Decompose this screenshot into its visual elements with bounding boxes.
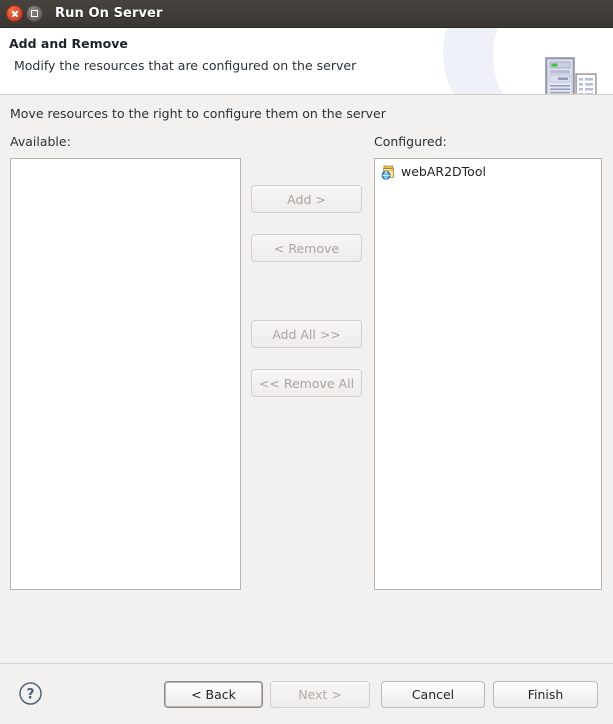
add-button[interactable]: Add > [251,185,362,213]
instruction-text: Move resources to the right to configure… [10,106,386,121]
back-button[interactable]: < Back [164,681,263,708]
help-question-icon[interactable]: ? [18,681,43,706]
web-module-project-icon [381,165,394,180]
list-item-label: webAR2DTool [401,164,486,179]
add-all-button[interactable]: Add All >> [251,320,362,348]
configured-resources-list[interactable]: webAR2DTool [374,158,602,590]
server-and-document-icon [545,57,597,94]
close-icon[interactable] [6,5,23,22]
wizard-page-description: Modify the resources that are configured… [14,58,357,73]
wizard-page-title: Add and Remove [9,36,128,51]
maximize-square-glyph [31,10,38,17]
next-button[interactable]: Next > [270,681,370,708]
list-item[interactable]: webAR2DTool [375,161,601,182]
window-titlebar: Run On Server [0,0,613,28]
footer-separator [0,663,613,664]
wizard-header: Add and Remove Modify the resources that… [0,28,613,95]
finish-button[interactable]: Finish [493,681,598,708]
available-list-label: Available: [10,134,71,149]
available-resources-list[interactable] [10,158,241,590]
configured-list-label: Configured: [374,134,447,149]
svg-text:?: ? [26,687,34,703]
maximize-icon[interactable] [26,5,43,22]
cancel-button[interactable]: Cancel [381,681,485,708]
remove-button[interactable]: < Remove [251,234,362,262]
run-on-server-dialog: Run On Server Add and Remove Modify the … [0,0,613,724]
window-title: Run On Server [55,6,163,21]
remove-all-button[interactable]: << Remove All [251,369,362,397]
